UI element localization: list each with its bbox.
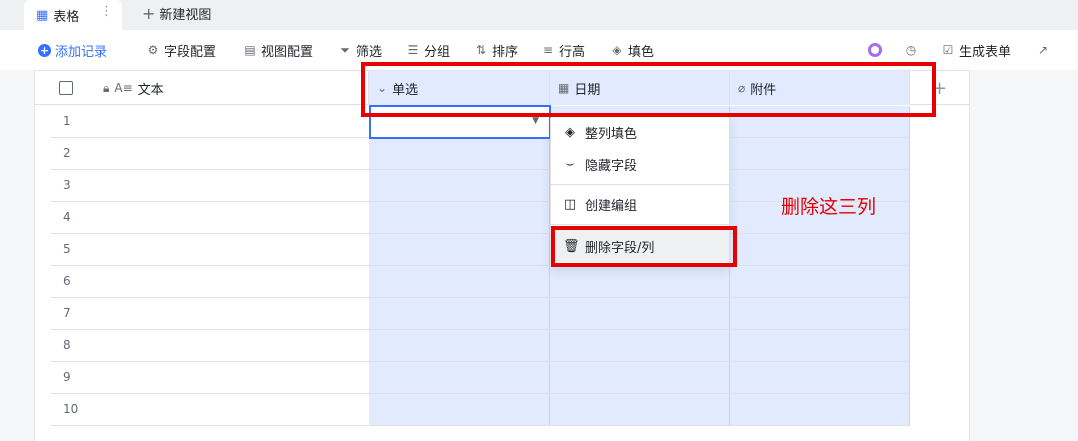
text-icon: A≡	[114, 81, 133, 95]
menu-item-create-group[interactable]: ◫ 创建编组	[551, 188, 729, 220]
menu-label-create-group: 创建编组	[585, 198, 638, 214]
menu-label-hide-field: 隐藏字段	[585, 158, 638, 174]
table-row[interactable]: 9	[51, 362, 909, 394]
view-config-button[interactable]: ▤ 视图配置	[243, 30, 313, 70]
row-number: 8	[63, 338, 71, 352]
row-number: 10	[63, 402, 79, 416]
view-config-icon: ▤	[244, 43, 256, 57]
row-number: 1	[63, 114, 71, 128]
column-header-text[interactable]: 🔒︎ A≡ 文本	[95, 71, 369, 105]
tab-table-label: 表格	[53, 9, 80, 25]
ai-ring-icon	[868, 43, 882, 57]
lock-icon: 🔒︎	[103, 80, 110, 95]
menu-divider	[551, 224, 729, 225]
row-number: 2	[63, 146, 71, 160]
annotation-delete-highlight	[551, 226, 737, 267]
table-row[interactable]: 6	[51, 266, 909, 298]
fill-color-label: 填色	[628, 44, 655, 60]
group-icon: ☰	[407, 43, 419, 57]
row-height-label: 行高	[559, 44, 586, 60]
row-number: 4	[63, 210, 71, 224]
view-tab-bar: ▦ 表格 ⋮ + 新建视图	[0, 0, 1078, 30]
field-config-label: 字段配置	[164, 44, 217, 60]
row-number: 6	[63, 274, 71, 288]
paint-bucket-icon: ◈	[565, 124, 575, 140]
generate-form-label: 生成表单	[959, 44, 1012, 60]
menu-label-fill-column: 整列填色	[585, 126, 638, 142]
menu-divider	[551, 184, 729, 185]
menu-item-hide-field[interactable]: ⌣ 隐藏字段	[551, 148, 729, 180]
dropdown-caret-icon[interactable]: ▼	[532, 116, 539, 126]
table-row[interactable]: 10	[51, 394, 909, 426]
paint-bucket-icon: ◈	[612, 43, 622, 57]
row-height-icon: ≡	[542, 43, 554, 57]
add-record-button[interactable]: + 添加记录	[38, 30, 107, 70]
row-number: 5	[63, 242, 71, 256]
generate-form-button[interactable]: ☑ 生成表单	[941, 30, 1011, 70]
sort-icon: ⇅	[475, 43, 487, 57]
table-row[interactable]: 5	[51, 234, 909, 266]
annotation-columns-highlight	[361, 62, 936, 117]
tab-more-icon[interactable]: ⋮	[100, 4, 113, 19]
row-number: 7	[63, 306, 71, 320]
eye-closed-icon: ⌣	[565, 156, 575, 172]
filter-label: 筛选	[356, 44, 383, 60]
row-number: 9	[63, 370, 71, 384]
plus-icon: +	[142, 3, 156, 23]
share-button[interactable]: ↗	[1036, 30, 1050, 70]
grid-sheet: 🔒︎ A≡ 文本 ⌄ 单选 ▦ 日期 ⌀ 附件 + 1 2 3 4 5 6 7 …	[34, 70, 970, 441]
group-label: 分组	[424, 44, 451, 60]
sort-label: 排序	[492, 44, 519, 60]
select-all-cell[interactable]	[51, 71, 95, 105]
annotation-text: 删除这三列	[781, 196, 877, 218]
view-config-label: 视图配置	[261, 44, 314, 60]
table-row[interactable]: 7	[51, 298, 909, 330]
row-number: 3	[63, 178, 71, 192]
menu-item-fill-column[interactable]: ◈ 整列填色	[551, 116, 729, 148]
filter-icon: ⏷	[340, 42, 350, 57]
add-record-label: 添加记录	[55, 44, 108, 60]
new-view-label: 新建视图	[159, 7, 212, 23]
clock-icon: ◷	[905, 43, 917, 57]
table-grid-icon: ▦	[36, 7, 49, 23]
select-all-checkbox[interactable]	[59, 81, 73, 95]
table-row[interactable]: 2	[51, 138, 909, 170]
form-icon: ☑	[942, 43, 954, 57]
new-view-button[interactable]: + 新建视图	[142, 0, 211, 26]
tab-table-view[interactable]: ▦ 表格 ⋮	[24, 0, 122, 30]
table-row[interactable]: 8	[51, 330, 909, 362]
add-circle-icon: +	[38, 43, 51, 57]
layout-icon: ◫	[563, 196, 577, 212]
field-config-button[interactable]: ⚙ 字段配置	[146, 30, 216, 70]
gear-icon: ⚙	[147, 43, 159, 57]
share-icon: ↗	[1037, 43, 1049, 57]
column-label-text: 文本	[137, 82, 164, 98]
